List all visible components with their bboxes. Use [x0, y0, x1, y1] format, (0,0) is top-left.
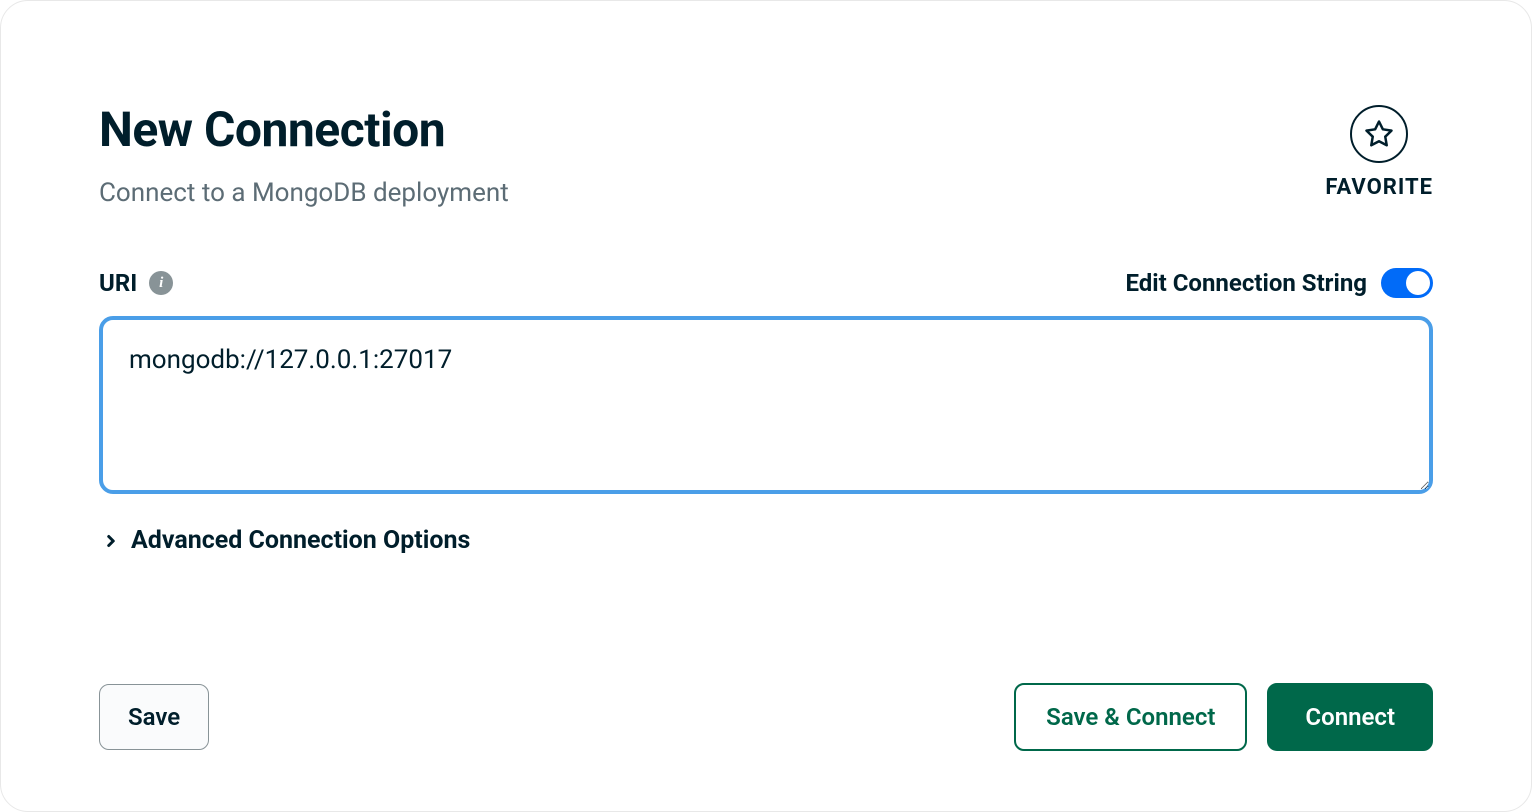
edit-toggle-group: Edit Connection String	[1126, 268, 1434, 298]
uri-label: URI	[99, 269, 137, 297]
page-subtitle: Connect to a MongoDB deployment	[99, 178, 1325, 208]
toggle-knob	[1406, 271, 1430, 295]
edit-connection-string-label: Edit Connection String	[1126, 269, 1368, 297]
star-icon	[1364, 119, 1394, 149]
advanced-label: Advanced Connection Options	[131, 526, 470, 555]
footer-right: Save & Connect Connect	[1014, 683, 1433, 751]
title-block: New Connection Connect to a MongoDB depl…	[99, 101, 1325, 208]
edit-connection-string-toggle[interactable]	[1381, 268, 1433, 298]
connect-button[interactable]: Connect	[1267, 683, 1433, 751]
footer: Save Save & Connect Connect	[99, 683, 1433, 751]
page-title: New Connection	[99, 101, 1325, 158]
header-row: New Connection Connect to a MongoDB depl…	[99, 101, 1433, 208]
connection-panel: New Connection Connect to a MongoDB depl…	[0, 0, 1532, 812]
favorite-button[interactable]	[1350, 105, 1408, 163]
save-button[interactable]: Save	[99, 684, 209, 750]
favorite-block: FAVORITE	[1325, 101, 1433, 200]
favorite-label: FAVORITE	[1325, 175, 1433, 200]
uri-row: URI i Edit Connection String	[99, 268, 1433, 298]
uri-label-group: URI i	[99, 269, 173, 297]
save-and-connect-button[interactable]: Save & Connect	[1014, 683, 1247, 751]
info-icon[interactable]: i	[149, 271, 173, 295]
advanced-connection-options-toggle[interactable]: Advanced Connection Options	[99, 526, 1433, 555]
chevron-right-icon	[99, 529, 123, 553]
uri-input[interactable]	[99, 316, 1433, 494]
